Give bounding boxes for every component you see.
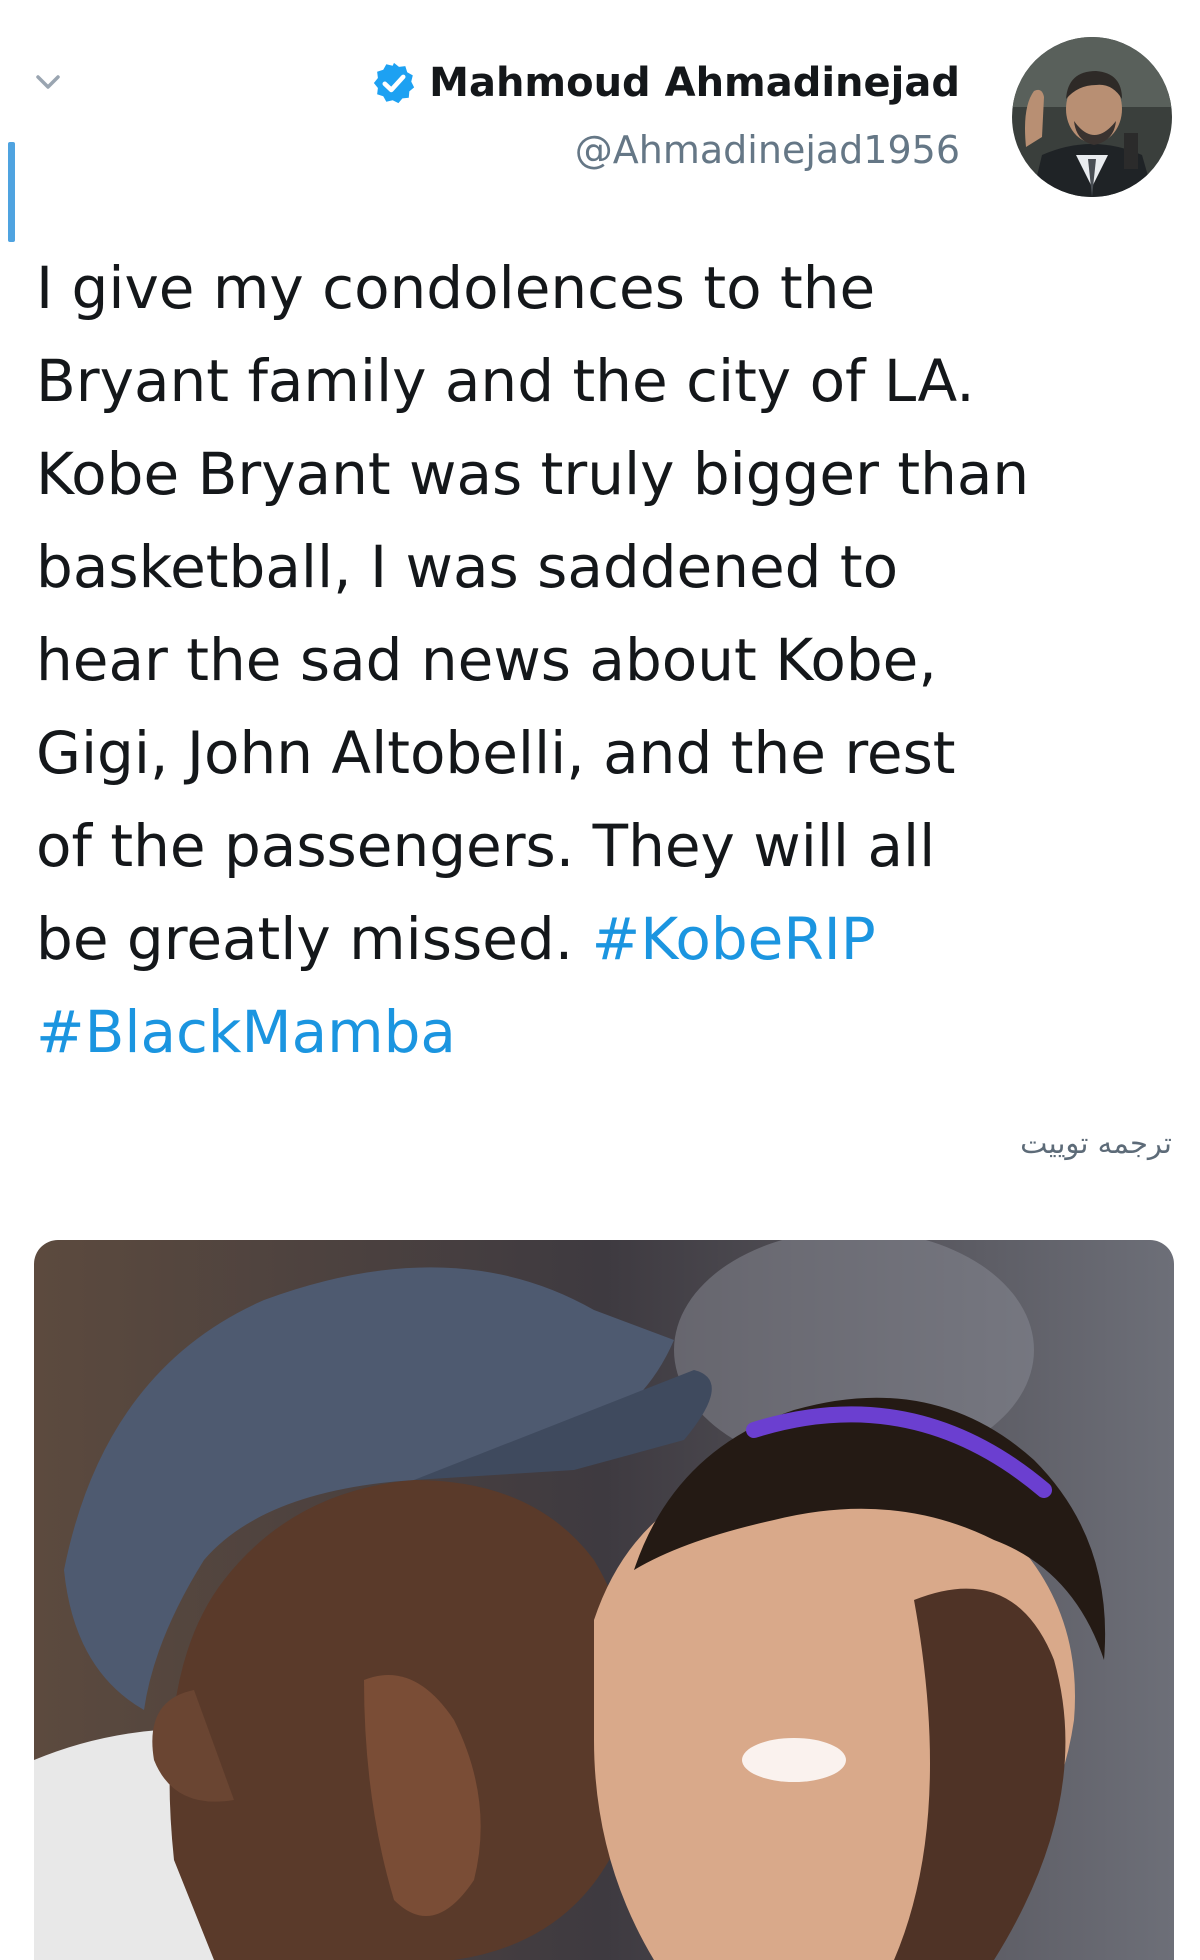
author-handle[interactable]: @Ahmadinejad1956 (371, 128, 960, 172)
tweet-text: I give my condolences to the Bryant fami… (36, 242, 1176, 1079)
author-name-row[interactable]: Mahmoud Ahmadinejad (371, 48, 960, 118)
tweet-card: Mahmoud Ahmadinejad @Ahmadinejad1956 I g… (0, 0, 1200, 1960)
tweet-body: I give my condolences to the Bryant fami… (36, 254, 1030, 973)
author-display-name[interactable]: Mahmoud Ahmadinejad (429, 60, 960, 106)
tweet-photo-image (34, 1240, 1174, 1960)
translate-tweet-link[interactable]: ترجمه توییت (1020, 1126, 1172, 1160)
accent-bar (8, 142, 15, 242)
hashtag-link[interactable]: #BlackMamba (36, 998, 456, 1066)
tweet-header: Mahmoud Ahmadinejad @Ahmadinejad1956 (371, 48, 960, 172)
verified-badge-icon (374, 62, 415, 104)
tweet-photo[interactable] (34, 1240, 1174, 1960)
hashtag-link[interactable]: #KobeRIP (592, 905, 876, 973)
profile-photo (1012, 37, 1172, 197)
avatar[interactable] (1012, 37, 1172, 197)
chevron-down-icon[interactable] (30, 64, 66, 100)
